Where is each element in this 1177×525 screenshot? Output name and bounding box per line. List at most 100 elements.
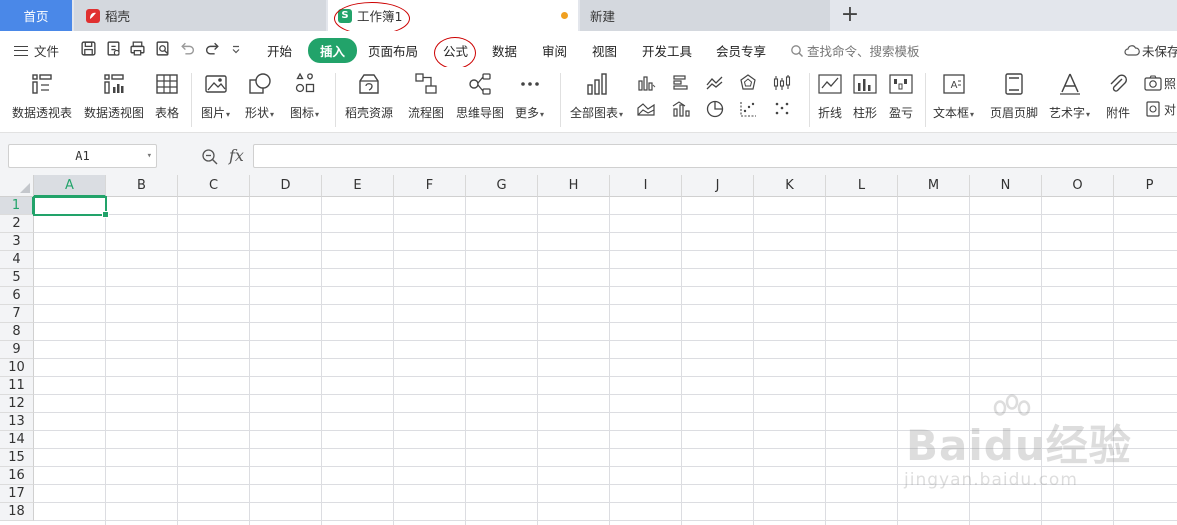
tab-insert[interactable]: 插入 (308, 38, 358, 63)
name-box[interactable]: A1 ▾ (8, 144, 157, 168)
tab-new[interactable]: 新建 (580, 0, 830, 31)
row-header-10[interactable]: 10 (0, 359, 34, 377)
column-header-c[interactable]: C (178, 175, 250, 197)
print-icon[interactable] (129, 40, 146, 57)
flowchart-button[interactable]: 流程图 (408, 71, 444, 121)
column-header-k[interactable]: K (754, 175, 826, 197)
tab-start[interactable]: 开始 (267, 41, 292, 60)
tab-page-layout[interactable]: 页面布局 (368, 41, 418, 60)
pie-chart-icon[interactable] (705, 99, 725, 119)
area-chart-icon[interactable] (636, 99, 656, 119)
command-search[interactable]: 查找命令、搜索模板 (790, 41, 920, 60)
customize-quick-access-chevron-icon[interactable] (230, 40, 242, 57)
bar-chart-icon[interactable] (671, 73, 691, 93)
column-header-m[interactable]: M (898, 175, 970, 197)
column-header-f[interactable]: F (394, 175, 466, 197)
file-menu-button[interactable]: 文件 (14, 41, 59, 60)
icon-library-icon (295, 72, 314, 93)
undo-icon[interactable] (179, 40, 196, 57)
tab-daoke[interactable]: 稻壳 (74, 0, 326, 31)
object-label[interactable]: 对 (1164, 101, 1176, 118)
row-header-15[interactable]: 15 (0, 449, 34, 467)
pivot-table-button[interactable]: 数据透视表 (12, 71, 72, 121)
column-header-o[interactable]: O (1042, 175, 1114, 197)
print-preview-icon[interactable] (154, 40, 171, 57)
grid-row-line (34, 322, 1177, 323)
combo-chart-icon[interactable] (671, 99, 691, 119)
photo-label[interactable]: 照 (1164, 75, 1176, 92)
icon-library-label: 图标▾ (290, 106, 320, 120)
active-cell-a1[interactable] (33, 196, 109, 218)
row-header-8[interactable]: 8 (0, 323, 34, 341)
row-header-17[interactable]: 17 (0, 485, 34, 503)
row-header-2[interactable]: 2 (0, 215, 34, 233)
row-header-6[interactable]: 6 (0, 287, 34, 305)
icon-library-button[interactable]: 图标▾ (290, 71, 319, 121)
row-header-7[interactable]: 7 (0, 305, 34, 323)
sparkline-column-button[interactable]: 柱形 (852, 71, 878, 121)
row-header-12[interactable]: 12 (0, 395, 34, 413)
row-header-13[interactable]: 13 (0, 413, 34, 431)
column-header-b[interactable]: B (106, 175, 178, 197)
grid-row-line (34, 304, 1177, 305)
pivot-chart-button[interactable]: 数据透视图 (84, 71, 144, 121)
export-pdf-icon[interactable] (105, 40, 122, 57)
row-header-4[interactable]: 4 (0, 251, 34, 269)
shape-button[interactable]: 形状▾ (245, 71, 274, 121)
radar-chart-icon[interactable] (738, 73, 758, 93)
scatter-chart-icon[interactable] (738, 99, 758, 119)
select-all-corner[interactable] (0, 175, 34, 197)
column-header-g[interactable]: G (466, 175, 538, 197)
zoom-out-icon[interactable] (201, 148, 219, 166)
camera-icon[interactable] (1143, 73, 1163, 93)
tab-review[interactable]: 审阅 (542, 41, 567, 60)
tab-view[interactable]: 视图 (592, 41, 617, 60)
wordart-button[interactable]: 艺术字▾ (1049, 71, 1090, 121)
save-icon[interactable] (80, 40, 97, 57)
formula-input[interactable] (253, 144, 1177, 168)
bubble-chart-icon[interactable] (772, 99, 792, 119)
tab-home[interactable]: 首页 (0, 0, 72, 31)
column-header-l[interactable]: L (826, 175, 898, 197)
row-header-16[interactable]: 16 (0, 467, 34, 485)
all-charts-button[interactable]: 全部图表▾ (570, 71, 623, 121)
column-header-j[interactable]: J (682, 175, 754, 197)
line-chart-icon[interactable] (705, 73, 725, 93)
row-header-14[interactable]: 14 (0, 431, 34, 449)
header-footer-button[interactable]: 页眉页脚 (990, 71, 1038, 121)
name-box-chevron-icon[interactable]: ▾ (147, 145, 152, 167)
row-header-18[interactable]: 18 (0, 503, 34, 521)
column-header-i[interactable]: I (610, 175, 682, 197)
row-header-9[interactable]: 9 (0, 341, 34, 359)
table-button[interactable]: 表格 (154, 71, 180, 121)
stock-chart-icon[interactable] (772, 73, 792, 93)
attachment-button[interactable]: 附件 (1105, 71, 1131, 121)
tab-data[interactable]: 数据 (492, 41, 517, 60)
insert-function-fx-button[interactable]: fx (229, 146, 244, 165)
sparkline-line-button[interactable]: 折线 (817, 71, 843, 121)
cloud-save-status[interactable]: 未保存 (1124, 41, 1177, 60)
row-header-11[interactable]: 11 (0, 377, 34, 395)
daoke-resource-button[interactable]: 稻壳资源 (345, 71, 393, 121)
row-header-3[interactable]: 3 (0, 233, 34, 251)
column-header-d[interactable]: D (250, 175, 322, 197)
picture-button[interactable]: 图片▾ (201, 71, 230, 121)
column-header-p[interactable]: P (1114, 175, 1177, 197)
tab-member[interactable]: 会员专享 (716, 41, 766, 60)
column-header-h[interactable]: H (538, 175, 610, 197)
column-chart-icon[interactable] (636, 73, 656, 93)
object-icon[interactable] (1143, 99, 1163, 119)
redo-icon[interactable] (204, 40, 221, 57)
mindmap-button[interactable]: 思维导图 (456, 71, 504, 121)
column-header-a[interactable]: A (34, 175, 106, 197)
column-header-e[interactable]: E (322, 175, 394, 197)
row-header-5[interactable]: 5 (0, 269, 34, 287)
textbox-button[interactable]: A 文本框▾ (933, 71, 974, 121)
more-button[interactable]: 更多▾ (515, 71, 544, 121)
new-tab-plus-icon[interactable]: + (838, 3, 862, 27)
tab-developer[interactable]: 开发工具 (642, 41, 692, 60)
sparkline-winloss-button[interactable]: 盈亏 (888, 71, 914, 121)
grid-column-line (249, 197, 250, 525)
column-header-n[interactable]: N (970, 175, 1042, 197)
row-header-1[interactable]: 1 (0, 197, 34, 215)
